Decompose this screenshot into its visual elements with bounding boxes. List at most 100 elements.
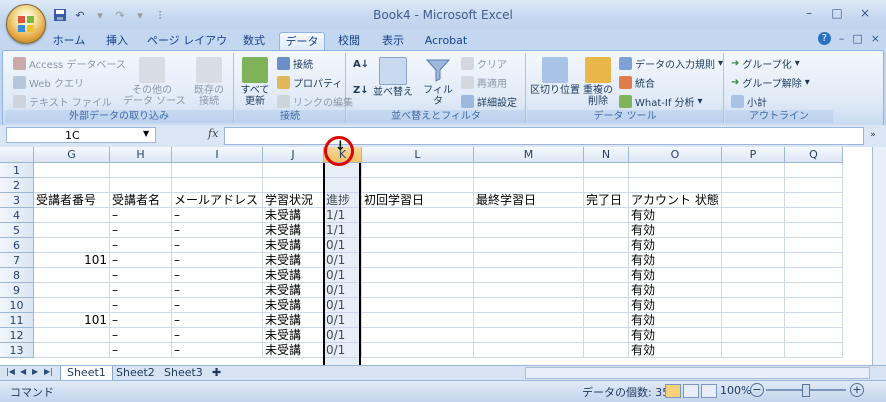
cell[interactable] [629, 178, 722, 193]
clear-filter-button[interactable]: クリア [461, 56, 507, 71]
vertical-scrollbar[interactable] [872, 147, 886, 365]
prev-sheet-icon[interactable]: ◀ [20, 367, 26, 376]
web-query-button[interactable]: Web クエリ [13, 75, 84, 90]
cell[interactable]: メールアドレス [172, 193, 263, 208]
column-header-o[interactable]: O [629, 147, 722, 163]
column-header-h[interactable]: H [110, 147, 172, 163]
cell[interactable]: – [172, 268, 263, 283]
what-if-button[interactable]: What-If 分析 ▾ [619, 94, 703, 109]
cell[interactable] [110, 163, 172, 178]
cell[interactable]: 有効 [629, 253, 722, 268]
cell[interactable]: – [172, 208, 263, 223]
cell[interactable] [34, 298, 110, 313]
sheet-tab-1[interactable]: Sheet1 [60, 366, 113, 381]
cell[interactable]: – [110, 298, 172, 313]
cell[interactable] [584, 313, 629, 328]
cell[interactable] [584, 178, 629, 193]
cell[interactable] [324, 178, 362, 193]
tab-view[interactable]: 表示 [373, 32, 413, 50]
cell[interactable]: 有効 [629, 298, 722, 313]
cell[interactable] [722, 343, 785, 358]
first-sheet-icon[interactable]: |◀ [6, 367, 15, 376]
row-header[interactable]: 9 [0, 283, 34, 298]
remove-duplicates-button[interactable]: 重複の 削除 [581, 57, 615, 107]
cell[interactable] [172, 178, 263, 193]
cell[interactable] [722, 268, 785, 283]
cell[interactable] [34, 178, 110, 193]
column-header-g[interactable]: G [34, 147, 110, 163]
cell[interactable] [785, 343, 843, 358]
cell[interactable] [629, 163, 722, 178]
dropdown-arrow-icon[interactable]: ▼ [143, 129, 149, 138]
cell[interactable] [584, 208, 629, 223]
tab-page-layout[interactable]: ページ レイアウト [142, 32, 232, 65]
cell[interactable]: 学習状況 [263, 193, 324, 208]
cell[interactable] [474, 328, 584, 343]
cell[interactable] [785, 328, 843, 343]
column-header-l[interactable]: L [362, 147, 474, 163]
cell[interactable]: 受講者名 [110, 193, 172, 208]
cell[interactable] [722, 313, 785, 328]
cell[interactable] [34, 328, 110, 343]
cell[interactable] [584, 328, 629, 343]
row-header[interactable]: 2 [0, 178, 34, 193]
cell[interactable] [722, 223, 785, 238]
next-sheet-icon[interactable]: ▶ [32, 367, 38, 376]
cell[interactable] [722, 298, 785, 313]
cell[interactable] [785, 238, 843, 253]
cell[interactable]: 未受講 [263, 328, 324, 343]
row-header[interactable]: 4 [0, 208, 34, 223]
cell[interactable]: – [172, 238, 263, 253]
cell[interactable] [722, 208, 785, 223]
edit-links-button[interactable]: リンクの編集 [277, 94, 353, 109]
cell[interactable] [722, 328, 785, 343]
cell[interactable] [474, 238, 584, 253]
cell[interactable]: 受講者番号 [34, 193, 110, 208]
zoom-level[interactable]: 100% [720, 384, 751, 397]
cell[interactable] [722, 253, 785, 268]
cell[interactable] [722, 163, 785, 178]
cell[interactable] [584, 343, 629, 358]
cell[interactable] [362, 313, 474, 328]
cell[interactable] [785, 208, 843, 223]
cell[interactable] [362, 298, 474, 313]
cell[interactable] [362, 328, 474, 343]
minimize-button[interactable]: – [796, 4, 822, 22]
normal-view-icon[interactable] [665, 384, 681, 398]
cell[interactable] [584, 283, 629, 298]
cell[interactable]: 有効 [629, 343, 722, 358]
cell[interactable]: 未受講 [263, 223, 324, 238]
cell[interactable]: 有効 [629, 313, 722, 328]
cell[interactable]: 0/1 [324, 283, 362, 298]
cell[interactable] [474, 298, 584, 313]
cell[interactable]: 未受講 [263, 298, 324, 313]
cell[interactable] [474, 268, 584, 283]
tab-review[interactable]: 校閲 [329, 32, 369, 50]
cell[interactable] [474, 253, 584, 268]
cell[interactable]: – [110, 343, 172, 358]
cell[interactable] [474, 208, 584, 223]
text-file-button[interactable]: テキスト ファイル [13, 94, 112, 109]
existing-connections-button[interactable]: 既存の 接続 [189, 57, 229, 107]
select-all-corner[interactable] [0, 147, 34, 163]
cell[interactable]: 未受講 [263, 343, 324, 358]
cell[interactable] [584, 163, 629, 178]
cell[interactable]: 1/1 [324, 208, 362, 223]
cell[interactable] [474, 343, 584, 358]
insert-sheet-icon[interactable]: ✚ [206, 366, 227, 380]
cell[interactable] [34, 163, 110, 178]
cell[interactable] [785, 223, 843, 238]
row-header[interactable]: 6 [0, 238, 34, 253]
cell[interactable]: – [110, 268, 172, 283]
cell[interactable] [785, 313, 843, 328]
column-header-j[interactable]: J [263, 147, 324, 163]
row-header[interactable]: 5 [0, 223, 34, 238]
cell[interactable] [34, 343, 110, 358]
horizontal-scrollbar[interactable] [525, 367, 870, 379]
cell[interactable] [722, 193, 785, 208]
cell[interactable]: 0/1 [324, 253, 362, 268]
cell[interactable] [362, 268, 474, 283]
column-header-p[interactable]: P [722, 147, 785, 163]
cell[interactable] [34, 283, 110, 298]
cell[interactable]: – [172, 223, 263, 238]
